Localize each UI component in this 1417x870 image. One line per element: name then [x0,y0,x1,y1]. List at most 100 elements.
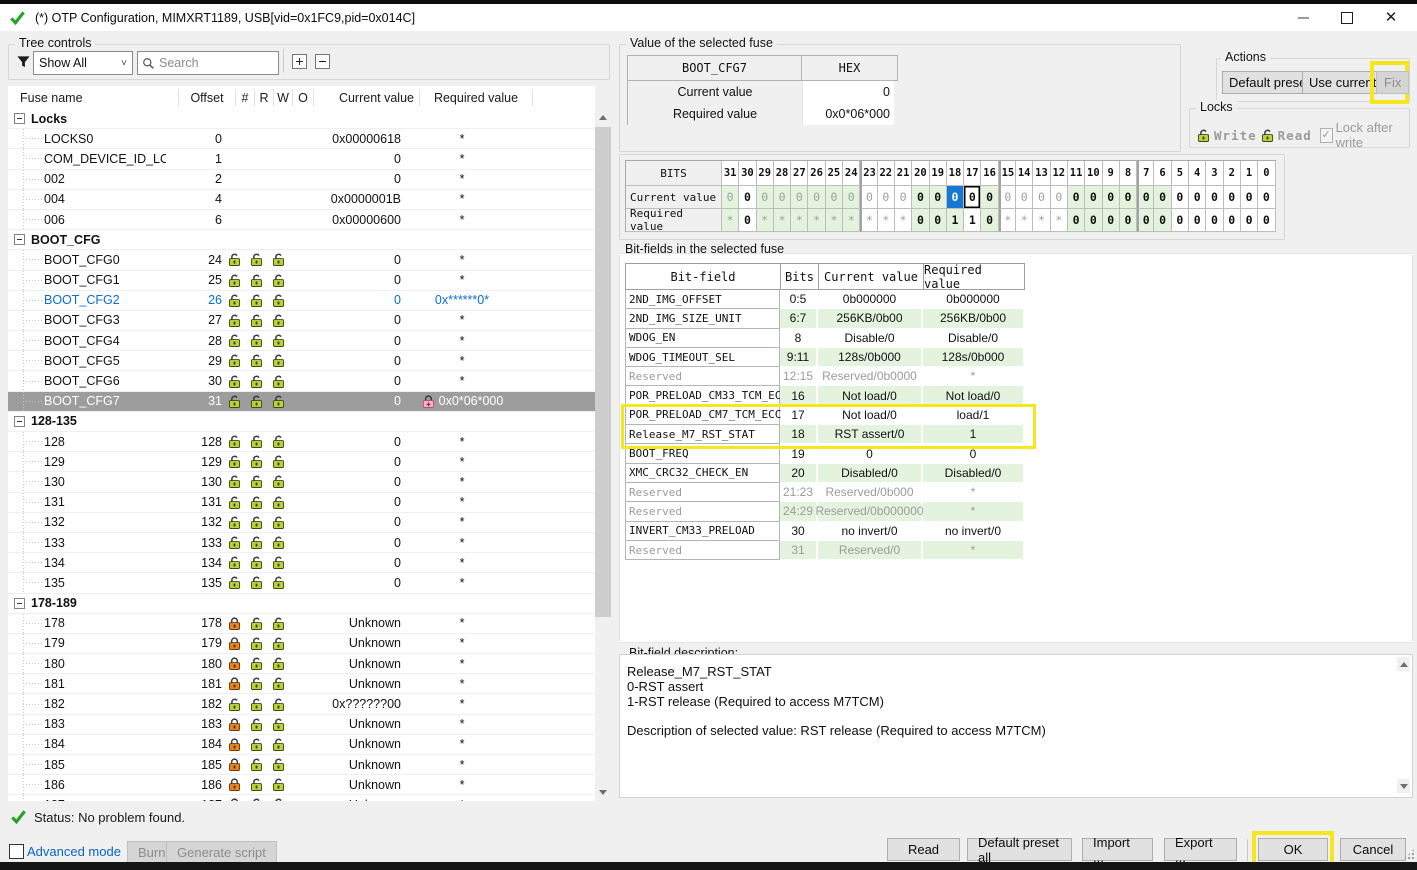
bit-current-8[interactable]: 0 [1120,186,1137,209]
write-lock-label[interactable]: Write [1214,128,1257,143]
bit-required-0[interactable]: 0 [1258,209,1275,232]
bitfield-current[interactable]: Disable/0 [818,329,923,348]
bit-current-14[interactable]: 0 [1016,186,1033,209]
fuse-row-boot-cfg5[interactable]: BOOT_CFG5290* [8,351,595,371]
bit-required-28[interactable]: * [774,209,791,232]
fuse-row-locks0[interactable]: LOCKS000x00000618* [8,129,595,149]
bit-current-22[interactable]: 0 [878,186,895,209]
column-header-current-value[interactable]: Current value [314,89,420,106]
bit-current-15[interactable]: 0 [999,186,1016,209]
bitfield-col-current-value[interactable]: Current value [818,263,923,290]
fuse-row-181[interactable]: 181181Unknown* [8,674,595,694]
bitfield-required[interactable]: 128s/0b000 [923,348,1025,367]
bit-required-18[interactable]: 1 [947,209,964,232]
fuse-row-boot-cfg6[interactable]: BOOT_CFG6300* [8,371,595,391]
fuse-row-130[interactable]: 1301300* [8,472,595,492]
fuse-row-178[interactable]: 178178Unknown* [8,614,595,634]
export-button[interactable]: Export ... [1164,838,1237,861]
bitfield-row-wdog-timeout-sel[interactable]: WDOG_TIMEOUT_SEL9:11128s/0b000128s/0b000 [625,348,1025,367]
bitfield-row-por-preload-cm7-tcm-ecc[interactable]: POR_PRELOAD_CM7_TCM_ECC17Not load/0load/… [625,406,1025,425]
lock-after-write-checkbox[interactable]: ✓ [1320,128,1333,143]
bit-current-3[interactable]: 0 [1206,186,1223,209]
bit-required-16[interactable]: 0 [981,209,998,232]
bitfield-current[interactable]: Reserved/0b0000 [818,367,923,386]
column-header-fuse-name[interactable]: Fuse name [8,89,179,106]
bitfield-current[interactable]: Not load/0 [818,406,923,425]
fuse-row-183[interactable]: 183183Unknown* [8,715,595,735]
read-button[interactable]: Read [887,838,960,861]
bit-current-29[interactable]: 0 [757,186,774,209]
bitfield-current[interactable]: Reserved/0b000 [818,483,923,502]
scroll-up-button[interactable] [595,109,611,126]
close-button[interactable]: ✕ [1369,4,1413,31]
bit-required-12[interactable]: * [1051,209,1068,232]
bit-current-21[interactable]: 0 [895,186,912,209]
bit-required-21[interactable]: * [895,209,912,232]
bit-required-14[interactable]: * [1016,209,1033,232]
ok-button[interactable]: OK [1258,838,1328,861]
bit-current-17[interactable]: 0 [964,186,981,209]
bitfield-current[interactable]: 0 [818,444,923,463]
bitfield-row-reserved[interactable]: Reserved12:15Reserved/0b0000* [625,367,1025,386]
bit-required-5[interactable]: 0 [1172,209,1189,232]
fuse-row-boot-cfg7[interactable]: BOOT_CFG73100x0*06*000 [8,392,595,412]
column-header-r[interactable]: R [255,89,274,106]
fuse-row-179[interactable]: 179179Unknown* [8,634,595,654]
column-header-w[interactable]: W [274,89,293,106]
bitfield-current[interactable]: Reserved/0b000000 [818,502,923,521]
bitfield-current[interactable]: 256KB/0b00 [818,309,923,328]
bit-current-5[interactable]: 0 [1172,186,1189,209]
fuse-row-134[interactable]: 1341340* [8,553,595,573]
fuse-group-row[interactable]: BOOT_CFG [8,230,595,250]
bitfield-row-por-preload-cm33-tcm-ecc[interactable]: POR_PRELOAD_CM33_TCM_ECC16Not load/0Not … [625,386,1025,405]
bitfield-required[interactable]: load/1 [923,406,1025,425]
bit-required-13[interactable]: * [1033,209,1050,232]
bit-current-4[interactable]: 0 [1189,186,1206,209]
description-scrollbar[interactable] [1397,657,1410,793]
bit-required-1[interactable]: 0 [1241,209,1258,232]
bit-current-0[interactable]: 0 [1258,186,1275,209]
collapse-all-button[interactable] [315,54,330,69]
fuse-row-131[interactable]: 1311310* [8,493,595,513]
current-value-cell[interactable]: 0 [802,81,894,103]
bitfield-required[interactable]: Disable/0 [923,329,1025,348]
bit-required-29[interactable]: * [757,209,774,232]
bitfield-required[interactable]: 0b000000 [923,290,1025,309]
fuse-row-186[interactable]: 186186Unknown* [8,775,595,795]
bitfield-required[interactable]: * [923,483,1025,502]
fuse-group-row[interactable]: Locks [8,109,595,129]
bitfield-row-2nd-img-size-unit[interactable]: 2ND_IMG_SIZE_UNIT6:7256KB/0b00256KB/0b00 [625,309,1025,328]
bitfield-current[interactable]: Not load/0 [818,386,923,405]
use-current-button[interactable]: Use current [1302,71,1383,94]
fuse-row-boot-cfg4[interactable]: BOOT_CFG4280* [8,331,595,351]
bit-required-19[interactable]: 0 [930,209,947,232]
generate-script-button[interactable]: Generate script [166,841,277,864]
bitfield-current[interactable]: 0b000000 [818,290,923,309]
collapse-group-icon[interactable] [14,416,25,427]
bit-current-19[interactable]: 0 [930,186,947,209]
bit-required-22[interactable]: * [878,209,895,232]
collapse-group-icon[interactable] [14,234,25,245]
bitfield-row-reserved[interactable]: Reserved21:23Reserved/0b000* [625,483,1025,502]
bitfield-required[interactable]: 256KB/0b00 [923,309,1025,328]
bitfield-row-invert-cm33-preload[interactable]: INVERT_CM33_PRELOAD30no invert/0no inver… [625,522,1025,541]
bit-required-23[interactable]: * [860,209,877,232]
collapse-group-icon[interactable] [14,598,25,609]
bit-required-9[interactable]: 0 [1103,209,1120,232]
bitfield-row-reserved[interactable]: Reserved24:29Reserved/0b000000* [625,502,1025,521]
read-lock-label[interactable]: Read [1278,128,1312,143]
fuse-row-187[interactable]: 187187Unknown* [8,795,595,801]
bit-current-20[interactable]: 0 [912,186,929,209]
fuse-row-002[interactable]: 00220* [8,170,595,190]
bitfield-current[interactable]: Disabled/0 [818,464,923,483]
bit-current-11[interactable]: 0 [1068,186,1085,209]
bit-required-15[interactable]: * [999,209,1016,232]
bit-required-30[interactable]: 0 [739,209,756,232]
advanced-mode-label[interactable]: Advanced mode [27,844,121,859]
bitfield-required[interactable]: * [923,502,1025,521]
scroll-down-button[interactable] [595,784,611,801]
fuse-row-004[interactable]: 00440x0000001B* [8,190,595,210]
bitfield-row-release-m7-rst-stat[interactable]: Release_M7_RST_STAT18RST assert/01 [625,425,1025,444]
column-header-o[interactable]: O [293,89,314,106]
bitfield-current[interactable]: no invert/0 [818,522,923,541]
